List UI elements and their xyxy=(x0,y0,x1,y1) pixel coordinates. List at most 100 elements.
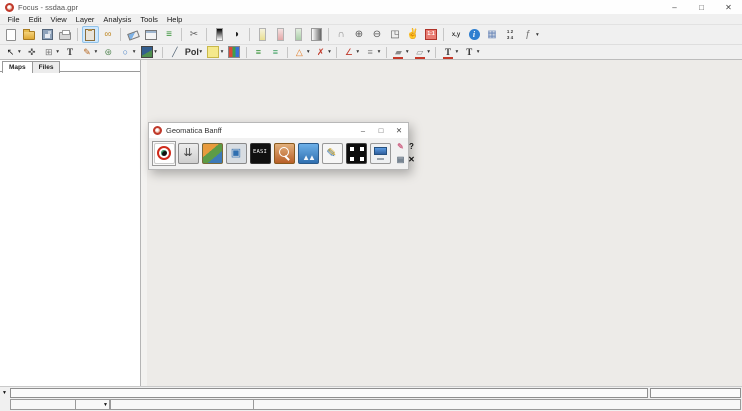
banff-close-button[interactable]: ✕ xyxy=(390,123,408,138)
area-of-interest-dropdown[interactable]: ▾ xyxy=(307,49,310,55)
border-style-dropdown[interactable]: ▾ xyxy=(427,49,430,55)
measure-angle-dropdown[interactable]: ▾ xyxy=(356,49,359,55)
menu-layer[interactable]: Layer xyxy=(71,15,99,24)
algorithm-librarian-dropdown[interactable]: ▾ xyxy=(536,32,539,38)
link-layer-button[interactable]: ∞ xyxy=(100,26,117,43)
toolbar-window-button[interactable]: ▤ xyxy=(395,153,406,166)
overview-field-2[interactable] xyxy=(650,388,741,398)
overview-field-1[interactable] xyxy=(10,388,648,398)
delete-tools-dropdown[interactable]: ▾ xyxy=(328,49,331,55)
easi-console-button[interactable]: EASI xyxy=(248,141,272,166)
text-color-dropdown[interactable]: ▾ xyxy=(455,49,458,55)
license-manager-button[interactable]: ✎ xyxy=(395,140,406,153)
shape-select-button[interactable]: ✜ xyxy=(24,46,40,59)
banff-title-bar[interactable]: Geomatica Banff – □ ✕ xyxy=(149,123,408,138)
polygon-tool-dropdown[interactable]: ▾ xyxy=(199,49,202,55)
fill-style-button[interactable]: ▰▾ xyxy=(390,46,410,59)
open-file-button[interactable] xyxy=(21,26,38,43)
draw-line-button[interactable]: ╱ xyxy=(167,46,183,59)
map-view-area[interactable] xyxy=(147,60,742,386)
new-project-button[interactable] xyxy=(3,26,20,43)
fill-color-dropdown[interactable]: ▾ xyxy=(221,49,224,55)
zoom-out-button[interactable]: ⊖ xyxy=(369,26,386,43)
layer-visibility-button[interactable]: ≡ xyxy=(250,46,266,59)
console-tools-button[interactable] xyxy=(368,141,392,166)
color-picker-button[interactable]: ○▾ xyxy=(117,46,137,59)
contrast-ramp-button[interactable] xyxy=(211,26,228,43)
information-button[interactable]: i xyxy=(466,26,483,43)
help-button[interactable]: ? xyxy=(406,140,417,153)
font-dropdown[interactable]: ▾ xyxy=(477,49,480,55)
edit-pencil-dropdown[interactable]: ▾ xyxy=(95,49,98,55)
attribute-table-button[interactable]: ▦ xyxy=(484,26,501,43)
algorithm-librarian-button[interactable]: ƒ▾ xyxy=(520,26,541,43)
panel-window-button[interactable] xyxy=(143,26,160,43)
image-layer-dropdown[interactable]: ▾ xyxy=(154,49,157,55)
image-layer-button[interactable]: ▾ xyxy=(139,46,159,59)
numeric-values-button[interactable]: 1 2 3 4 xyxy=(502,26,519,43)
overview-dropdown-icon[interactable]: ▼ xyxy=(0,388,9,398)
line-style-button[interactable]: ≡▾ xyxy=(362,46,382,59)
maximize-button[interactable]: □ xyxy=(688,0,715,14)
fly-3d-button[interactable]: ▲▲ xyxy=(296,141,320,166)
ramp-yellow-button[interactable] xyxy=(254,26,271,43)
ramp-gray-button[interactable] xyxy=(308,26,325,43)
mosaic-editor-button[interactable]: ✎ xyxy=(320,141,344,166)
minimize-button[interactable]: – xyxy=(661,0,688,14)
focus-button[interactable] xyxy=(152,141,176,166)
fill-style-dropdown[interactable]: ▾ xyxy=(406,49,409,55)
enhancement-lut-button[interactable]: ◗ xyxy=(229,26,246,43)
exit-button[interactable]: ✕ xyxy=(406,153,417,166)
save-project-button[interactable] xyxy=(39,26,56,43)
pointer-select-dropdown[interactable]: ▾ xyxy=(18,49,21,55)
print-button[interactable] xyxy=(57,26,74,43)
snap-grid-dropdown[interactable]: ▾ xyxy=(56,49,59,55)
snap-grid-button[interactable]: ⊞▾ xyxy=(41,46,61,59)
status-dropdown-icon[interactable]: ▼ xyxy=(103,402,108,408)
orthoengine-button[interactable]: ⇊ xyxy=(176,141,200,166)
line-style-dropdown[interactable]: ▾ xyxy=(378,49,381,55)
polygon-tool-button[interactable]: Pol▾ xyxy=(184,46,204,59)
close-button[interactable]: ✕ xyxy=(715,0,742,14)
maps-tree-panel[interactable] xyxy=(0,72,140,386)
border-style-button[interactable]: ▱▾ xyxy=(412,46,432,59)
ramp-red-button[interactable] xyxy=(272,26,289,43)
measure-angle-button[interactable]: ∠▾ xyxy=(341,46,361,59)
color-picker-dropdown[interactable]: ▾ xyxy=(133,49,136,55)
menu-help[interactable]: Help xyxy=(162,15,186,24)
menu-view[interactable]: View xyxy=(46,15,71,24)
tab-files[interactable]: Files xyxy=(32,61,61,73)
tab-maps[interactable]: Maps xyxy=(2,61,33,73)
rgb-mapper-button[interactable] xyxy=(226,46,242,59)
undo-enhancement-button[interactable]: ∩ xyxy=(333,26,350,43)
layer-manager-button[interactable]: ≡ xyxy=(161,26,178,43)
banff-minimize-button[interactable]: – xyxy=(354,123,372,138)
text-tool-button[interactable]: T xyxy=(62,46,78,59)
graticule-button[interactable]: ⊛ xyxy=(100,46,116,59)
delete-tools-button[interactable]: ✗▾ xyxy=(313,46,333,59)
zoom-to-overview-button[interactable]: ◳ xyxy=(387,26,404,43)
modeler-button[interactable]: ▣ xyxy=(224,141,248,166)
zoom-in-button[interactable]: ⊕ xyxy=(351,26,368,43)
menu-edit[interactable]: Edit xyxy=(24,15,46,24)
menu-analysis[interactable]: Analysis xyxy=(99,15,136,24)
layer-stack-button[interactable]: ≡ xyxy=(267,46,283,59)
cut-button[interactable]: ✂ xyxy=(186,26,203,43)
banff-maximize-button[interactable]: □ xyxy=(372,123,390,138)
catalog-search-button[interactable] xyxy=(272,141,296,166)
text-color-button[interactable]: T▾ xyxy=(440,46,460,59)
area-of-interest-button[interactable]: △▾ xyxy=(291,46,311,59)
edit-pencil-button[interactable]: ✎▾ xyxy=(79,46,99,59)
font-button[interactable]: T▾ xyxy=(461,46,481,59)
map-view-button[interactable] xyxy=(200,141,224,166)
clip-subset-button[interactable] xyxy=(344,141,368,166)
menu-tools[interactable]: Tools xyxy=(136,15,163,24)
pointer-select-button[interactable]: ↖▾ xyxy=(3,46,23,59)
eraser-button[interactable] xyxy=(125,26,142,43)
cursor-coordinates-button[interactable]: x,y xyxy=(448,26,465,43)
zoom-native-resolution-button[interactable]: 1:1 xyxy=(423,26,440,43)
clipboard-button[interactable] xyxy=(82,26,99,43)
menu-file[interactable]: File xyxy=(3,15,24,24)
ramp-green-button[interactable] xyxy=(290,26,307,43)
pan-button[interactable]: ✌ xyxy=(405,26,422,43)
